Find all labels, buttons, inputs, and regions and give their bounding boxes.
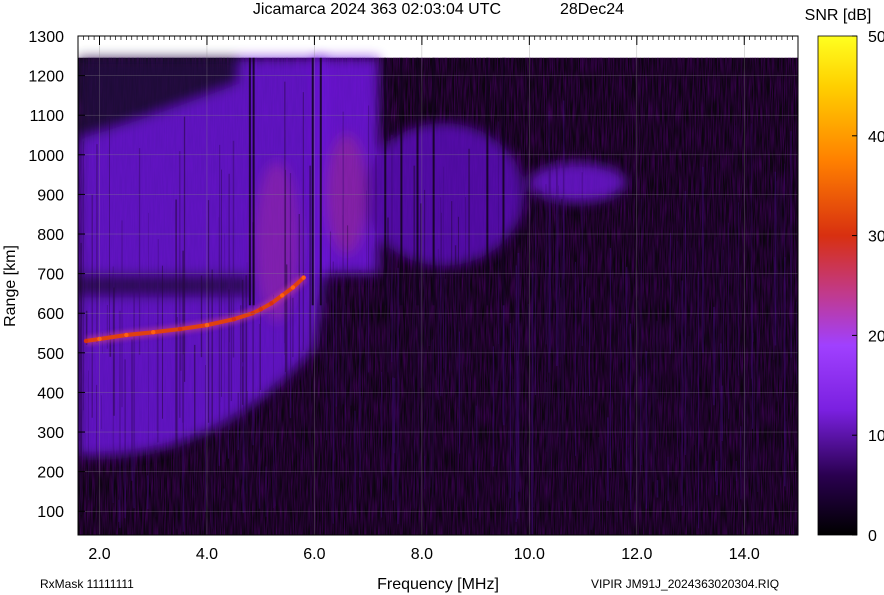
mid-gap: [78, 273, 250, 298]
echo-trace-point: [177, 326, 183, 332]
y-tick-label: 700: [37, 267, 64, 284]
dark-column: [311, 57, 314, 306]
x-tick-label: 6.0: [303, 546, 325, 563]
colorbar-tick-label: 40: [868, 129, 884, 146]
y-axis-label: Range [km]: [2, 245, 19, 327]
colorbar-gradient: [817, 35, 858, 536]
ionogram-chart: 2.0 4.0 6.0 8.0 10.0 12.0 14.01002003004005006…: [2, 1, 884, 593]
plot-area: [78, 36, 798, 535]
dark-column: [400, 57, 403, 306]
y-tick-label: 300: [37, 425, 64, 442]
echo-trace-point: [279, 293, 285, 298]
dark-column: [486, 57, 489, 306]
echo-trace-point: [269, 301, 274, 306]
file-label: VIPIR JM91J_2024363020304.RIQ: [591, 577, 779, 591]
y-tick-label: 1000: [28, 148, 64, 165]
x-tick-label: 2.0: [88, 546, 110, 563]
x-tick-label: 14.0: [729, 546, 760, 563]
chart-date: 28Dec24: [560, 1, 624, 18]
y-tick-label: 1300: [28, 29, 64, 46]
colorbar: 0 10 20 30 40 50: [817, 29, 884, 545]
colorbar-tick-label: 30: [868, 229, 884, 246]
dark-column: [432, 57, 435, 306]
echo-trace-point: [151, 330, 156, 335]
colorbar-label: SNR [dB]: [805, 7, 872, 24]
x-tick-label: 8.0: [411, 546, 433, 563]
echo-trace-point: [231, 316, 237, 322]
colorbar-tick-label: 0: [868, 528, 877, 545]
x-tick-label: 12.0: [621, 546, 652, 563]
rxmask-label: RxMask 11111111: [40, 577, 134, 591]
dark-column: [319, 57, 322, 306]
echo-trace-point: [301, 275, 306, 280]
dark-column: [252, 57, 255, 306]
dark-column: [416, 57, 419, 306]
f-cloud-3: [529, 162, 627, 203]
echo-trace-point: [258, 307, 263, 312]
x-tick-label: 10.0: [514, 546, 545, 563]
y-tick-label: 900: [37, 187, 64, 204]
colorbar-tick-label: 10: [868, 428, 884, 445]
colorbar-tick-label: 50: [868, 29, 884, 46]
chart-title: Jicamarca 2024 363 02:03:04 UTC: [253, 1, 501, 18]
y-tick-label: 200: [37, 465, 64, 482]
y-tick-label: 1200: [28, 69, 64, 86]
dark-column: [384, 57, 387, 306]
y-tick-label: 800: [37, 227, 64, 244]
dark-column: [502, 57, 505, 306]
y-tick-label: 400: [37, 385, 64, 402]
y-tick-label: 100: [37, 504, 64, 521]
dark-column: [248, 57, 251, 306]
x-tick-label: 4.0: [196, 546, 218, 563]
colorbar-tick-label: 20: [868, 328, 884, 345]
echo-trace-point: [290, 285, 296, 290]
echo-trace-point: [124, 332, 129, 338]
echo-trace-point: [83, 338, 89, 344]
x-axis-label: Frequency [MHz]: [377, 576, 499, 593]
y-tick-label: 500: [37, 346, 64, 363]
y-tick-label: 600: [37, 306, 64, 323]
y-tick-label: 1100: [30, 108, 65, 125]
